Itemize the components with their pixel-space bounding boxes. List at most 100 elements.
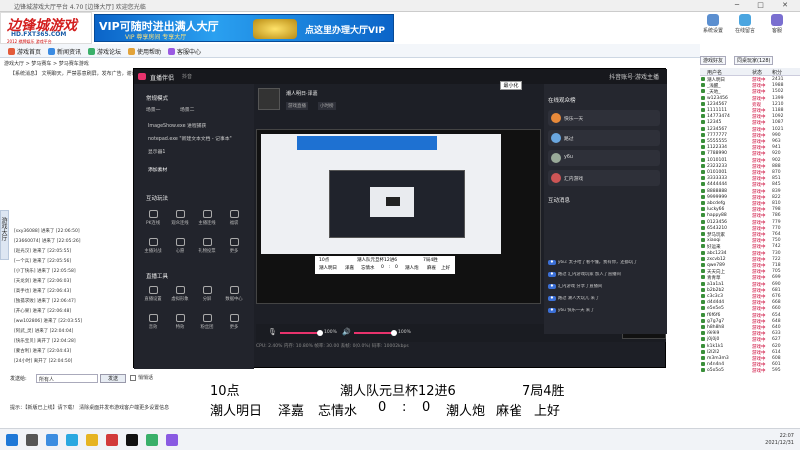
user-row[interactable]: 12345 游戏中 1087 bbox=[700, 120, 800, 126]
tools_items-item[interactable]: 特效 bbox=[169, 314, 191, 334]
vip-banner[interactable]: VIP可随时进出满人大厅 VIP 尊享房间 专享大厅 点这里办理大厅VIP bbox=[94, 14, 394, 42]
user-row[interactable]: 好运来 游戏中 742 bbox=[700, 244, 800, 250]
user-row[interactable]: k1k1k1 游戏中 620 bbox=[700, 343, 800, 350]
user-row[interactable]: 青青草 游戏中 699 bbox=[700, 275, 800, 281]
user-row[interactable]: 6543210 游戏中 770 bbox=[700, 225, 800, 232]
online-user[interactable]: 路过 bbox=[548, 130, 660, 146]
toolbar-home[interactable]: 游戏首页 bbox=[8, 46, 41, 56]
user-row[interactable]: 9999999 游戏中 822 bbox=[700, 194, 800, 201]
stream-title[interactable]: 潮人明日·泽嘉 bbox=[286, 90, 318, 97]
interact_items-item[interactable]: 心愿 bbox=[169, 238, 191, 258]
interact_items-item[interactable]: 更多 bbox=[223, 238, 245, 258]
user-row[interactable]: w123456 游戏中 1399 bbox=[700, 95, 800, 102]
interact_items-item[interactable]: 主播对战 bbox=[142, 238, 164, 258]
source-item[interactable]: notepad.exe "新建文本文档 - 记事本" bbox=[148, 135, 232, 142]
add-source-button[interactable]: 添加素材 bbox=[148, 166, 167, 173]
search-icon[interactable] bbox=[26, 434, 38, 446]
user-row[interactable]: 1234567 游戏中 1021 bbox=[700, 126, 800, 133]
interact_items-item[interactable]: 礼物投票 bbox=[196, 238, 218, 258]
tools_items-item[interactable]: 音效 bbox=[142, 314, 164, 334]
user-row[interactable]: f6f6f6 游戏中 654 bbox=[700, 312, 800, 319]
interact_items-item[interactable]: 主播连线 bbox=[196, 210, 218, 230]
interact_items-item[interactable]: PK连线 bbox=[142, 210, 164, 230]
chat-app-icon[interactable] bbox=[146, 434, 158, 446]
user-row[interactable]: 0123456 游戏中 779 bbox=[700, 219, 800, 226]
user-row[interactable]: abc1234 游戏中 730 bbox=[700, 250, 800, 257]
tools_items-item[interactable]: 虚拟形象 bbox=[169, 286, 191, 306]
user-row[interactable]: 7788990 游戏中 920 bbox=[700, 151, 800, 157]
scene-mode[interactable]: 常规模式 bbox=[146, 94, 168, 102]
game-app-icon[interactable] bbox=[106, 434, 118, 446]
send-button[interactable]: 发送 bbox=[100, 374, 126, 383]
chat-target-select[interactable]: 所有人 bbox=[36, 374, 98, 383]
online-user[interactable]: 汇内游戏 bbox=[548, 170, 660, 186]
stream-cover[interactable] bbox=[258, 88, 280, 110]
interact_items-item[interactable]: 福袋 bbox=[223, 210, 245, 230]
user-row[interactable]: b2b2b2 游戏中 681 bbox=[700, 287, 800, 294]
media-app-icon[interactable] bbox=[166, 434, 178, 446]
user-row[interactable]: 2323233 游戏中 888 bbox=[700, 163, 800, 170]
user-row[interactable]: qwe789 游戏中 718 bbox=[700, 263, 800, 269]
speaker-icon[interactable]: 🔊 bbox=[342, 328, 351, 336]
user-row[interactable]: _天地_ 游戏中 1502 bbox=[700, 89, 800, 95]
scene-tab-1[interactable]: 场景一 bbox=[146, 106, 160, 113]
user-row[interactable]: l2l2l2 游戏中 614 bbox=[700, 349, 800, 356]
toolbar-service[interactable]: 客服中心 bbox=[168, 46, 201, 56]
windows-start-icon[interactable] bbox=[6, 434, 18, 446]
toolbar-forum[interactable]: 游戏论坛 bbox=[88, 46, 121, 56]
tools_items-item[interactable]: 更多 bbox=[223, 314, 245, 334]
mic-volume-knob[interactable] bbox=[317, 330, 323, 336]
user-row[interactable]: 4444444 游戏中 845 bbox=[700, 182, 800, 188]
stream-category[interactable]: 游戏直播 bbox=[286, 102, 308, 110]
stream-tag[interactable]: 小时榜 bbox=[318, 102, 336, 110]
source-item[interactable]: 显示器1 bbox=[148, 148, 165, 155]
user-row[interactable]: 8888888 游戏中 839 bbox=[700, 188, 800, 195]
window-controls[interactable]: ─ □ ✕ bbox=[735, 1, 796, 9]
user-row[interactable]: happy88 游戏中 786 bbox=[700, 213, 800, 219]
system-tray[interactable]: 22:07 2021/12/31 bbox=[765, 433, 794, 447]
mic-volume-slider[interactable] bbox=[280, 330, 323, 336]
user-row[interactable]: xiaoqi 游戏中 750 bbox=[700, 238, 800, 244]
speaker-volume-knob[interactable] bbox=[391, 330, 397, 336]
user-row[interactable]: o5o5o5 游戏中 595 bbox=[700, 368, 800, 374]
obs-account[interactable]: 抖音账号·游戏主播 bbox=[609, 72, 659, 81]
user-row[interactable]: 潮人明日 游戏中 2431 bbox=[700, 77, 800, 83]
user-row[interactable]: e5e5e5 游戏中 660 bbox=[700, 306, 800, 312]
whisper-checkbox[interactable] bbox=[130, 375, 136, 381]
edge-icon[interactable] bbox=[66, 434, 78, 446]
tab-friends[interactable]: 游戏好友 bbox=[700, 56, 727, 65]
user-row[interactable]: 天天向上 游戏中 705 bbox=[700, 269, 800, 275]
tools_items-item[interactable]: 分屏 bbox=[196, 286, 218, 306]
user-row[interactable]: _浅醒_ 游戏中 1988 bbox=[700, 83, 800, 89]
source-item[interactable]: ImageShow.exe 进程捕获 bbox=[148, 122, 206, 129]
tools_items-item[interactable]: 数据中心 bbox=[223, 286, 245, 306]
service-button[interactable]: 客服 bbox=[764, 14, 790, 34]
user-row[interactable]: zxcvb12 游戏中 722 bbox=[700, 256, 800, 263]
folder-icon[interactable] bbox=[86, 434, 98, 446]
user-row[interactable]: g7g7g7 游戏中 648 bbox=[700, 318, 800, 325]
user-row[interactable]: a1a1a1 游戏中 690 bbox=[700, 281, 800, 288]
user-row[interactable]: 7777777 游戏中 990 bbox=[700, 132, 800, 139]
online-user[interactable]: y6u bbox=[548, 150, 660, 166]
user-row[interactable]: 1010101 游戏中 902 bbox=[700, 157, 800, 164]
mic-icon[interactable]: 🎙 bbox=[268, 328, 277, 336]
tools_items-item-icon bbox=[202, 314, 212, 322]
message-button[interactable]: 在线留言 bbox=[732, 14, 758, 34]
interact_items-item[interactable]: 观众连线 bbox=[169, 210, 191, 230]
tools_items-item[interactable]: 直播设置 bbox=[142, 286, 164, 306]
tools_items-item[interactable]: 粉丝团 bbox=[196, 314, 218, 334]
settings-button[interactable]: 系统设置 bbox=[700, 14, 726, 34]
scene-tab-2[interactable]: 场景二 bbox=[180, 106, 194, 113]
stream-preview[interactable]: 10点 潮人队元旦杯12进6 7局4胜 潮人明日 泽嘉 忘情水 0 : 0 潮人… bbox=[256, 129, 541, 304]
user-row[interactable]: j0j0j0 游戏中 627 bbox=[700, 337, 800, 343]
toolbar-help[interactable]: 使用帮助 bbox=[128, 46, 161, 56]
toolbar-news[interactable]: 新闻资讯 bbox=[48, 46, 81, 56]
user-score: 705 bbox=[772, 269, 781, 275]
sidebar-tab[interactable]: 游戏大厅 bbox=[0, 210, 9, 260]
user-row[interactable]: 1234567 旁观 1210 bbox=[700, 101, 800, 108]
online-user[interactable]: 快乐一天 bbox=[548, 110, 660, 126]
tab-table-players[interactable]: 同桌玩家(128) bbox=[734, 56, 774, 65]
live-app-icon[interactable] bbox=[126, 434, 138, 446]
speaker-volume-slider[interactable] bbox=[354, 330, 397, 336]
taskview-icon[interactable] bbox=[46, 434, 58, 446]
